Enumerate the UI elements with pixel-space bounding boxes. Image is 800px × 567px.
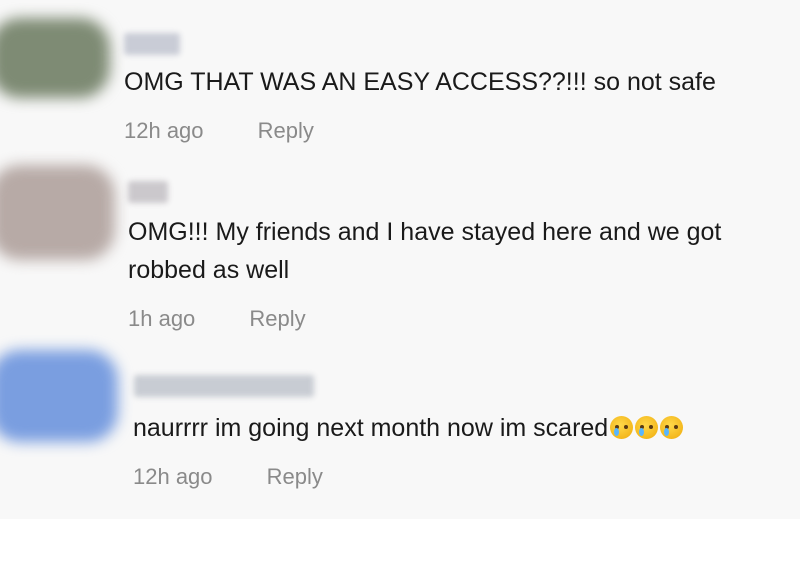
comment-text-body: naurrrr im going next month now im scare… bbox=[133, 414, 609, 442]
username[interactable] bbox=[128, 181, 168, 203]
reply-button[interactable]: Reply bbox=[258, 118, 314, 144]
comment-timestamp: 12h ago bbox=[124, 118, 204, 143]
reply-button[interactable]: Reply bbox=[267, 464, 323, 490]
avatar[interactable] bbox=[0, 18, 110, 98]
username[interactable] bbox=[134, 375, 314, 397]
comment-text: OMG THAT WAS AN EASY ACCESS??!!! so not … bbox=[124, 68, 716, 96]
comment-text: naurrrr im going next month now im scare… bbox=[133, 409, 684, 447]
comments-panel: OMG THAT WAS AN EASY ACCESS??!!! so not … bbox=[0, 0, 800, 519]
avatar[interactable] bbox=[0, 350, 118, 442]
crying-face-icon bbox=[635, 416, 659, 439]
comment-timestamp: 1h ago bbox=[128, 306, 196, 331]
comment-text: OMG!!! My friends and I have stayed here… bbox=[128, 218, 722, 284]
comment-meta: 12h ago Reply bbox=[124, 118, 314, 144]
emoji-group bbox=[610, 416, 684, 439]
reply-button[interactable]: Reply bbox=[249, 306, 305, 332]
comment-meta: 1h ago Reply bbox=[128, 306, 306, 332]
comment-timestamp: 12h ago bbox=[133, 464, 213, 489]
crying-face-icon bbox=[660, 416, 684, 439]
comment-meta: 12h ago Reply bbox=[133, 464, 323, 490]
avatar[interactable] bbox=[0, 165, 115, 260]
crying-face-icon bbox=[610, 416, 634, 439]
username[interactable] bbox=[124, 33, 180, 55]
